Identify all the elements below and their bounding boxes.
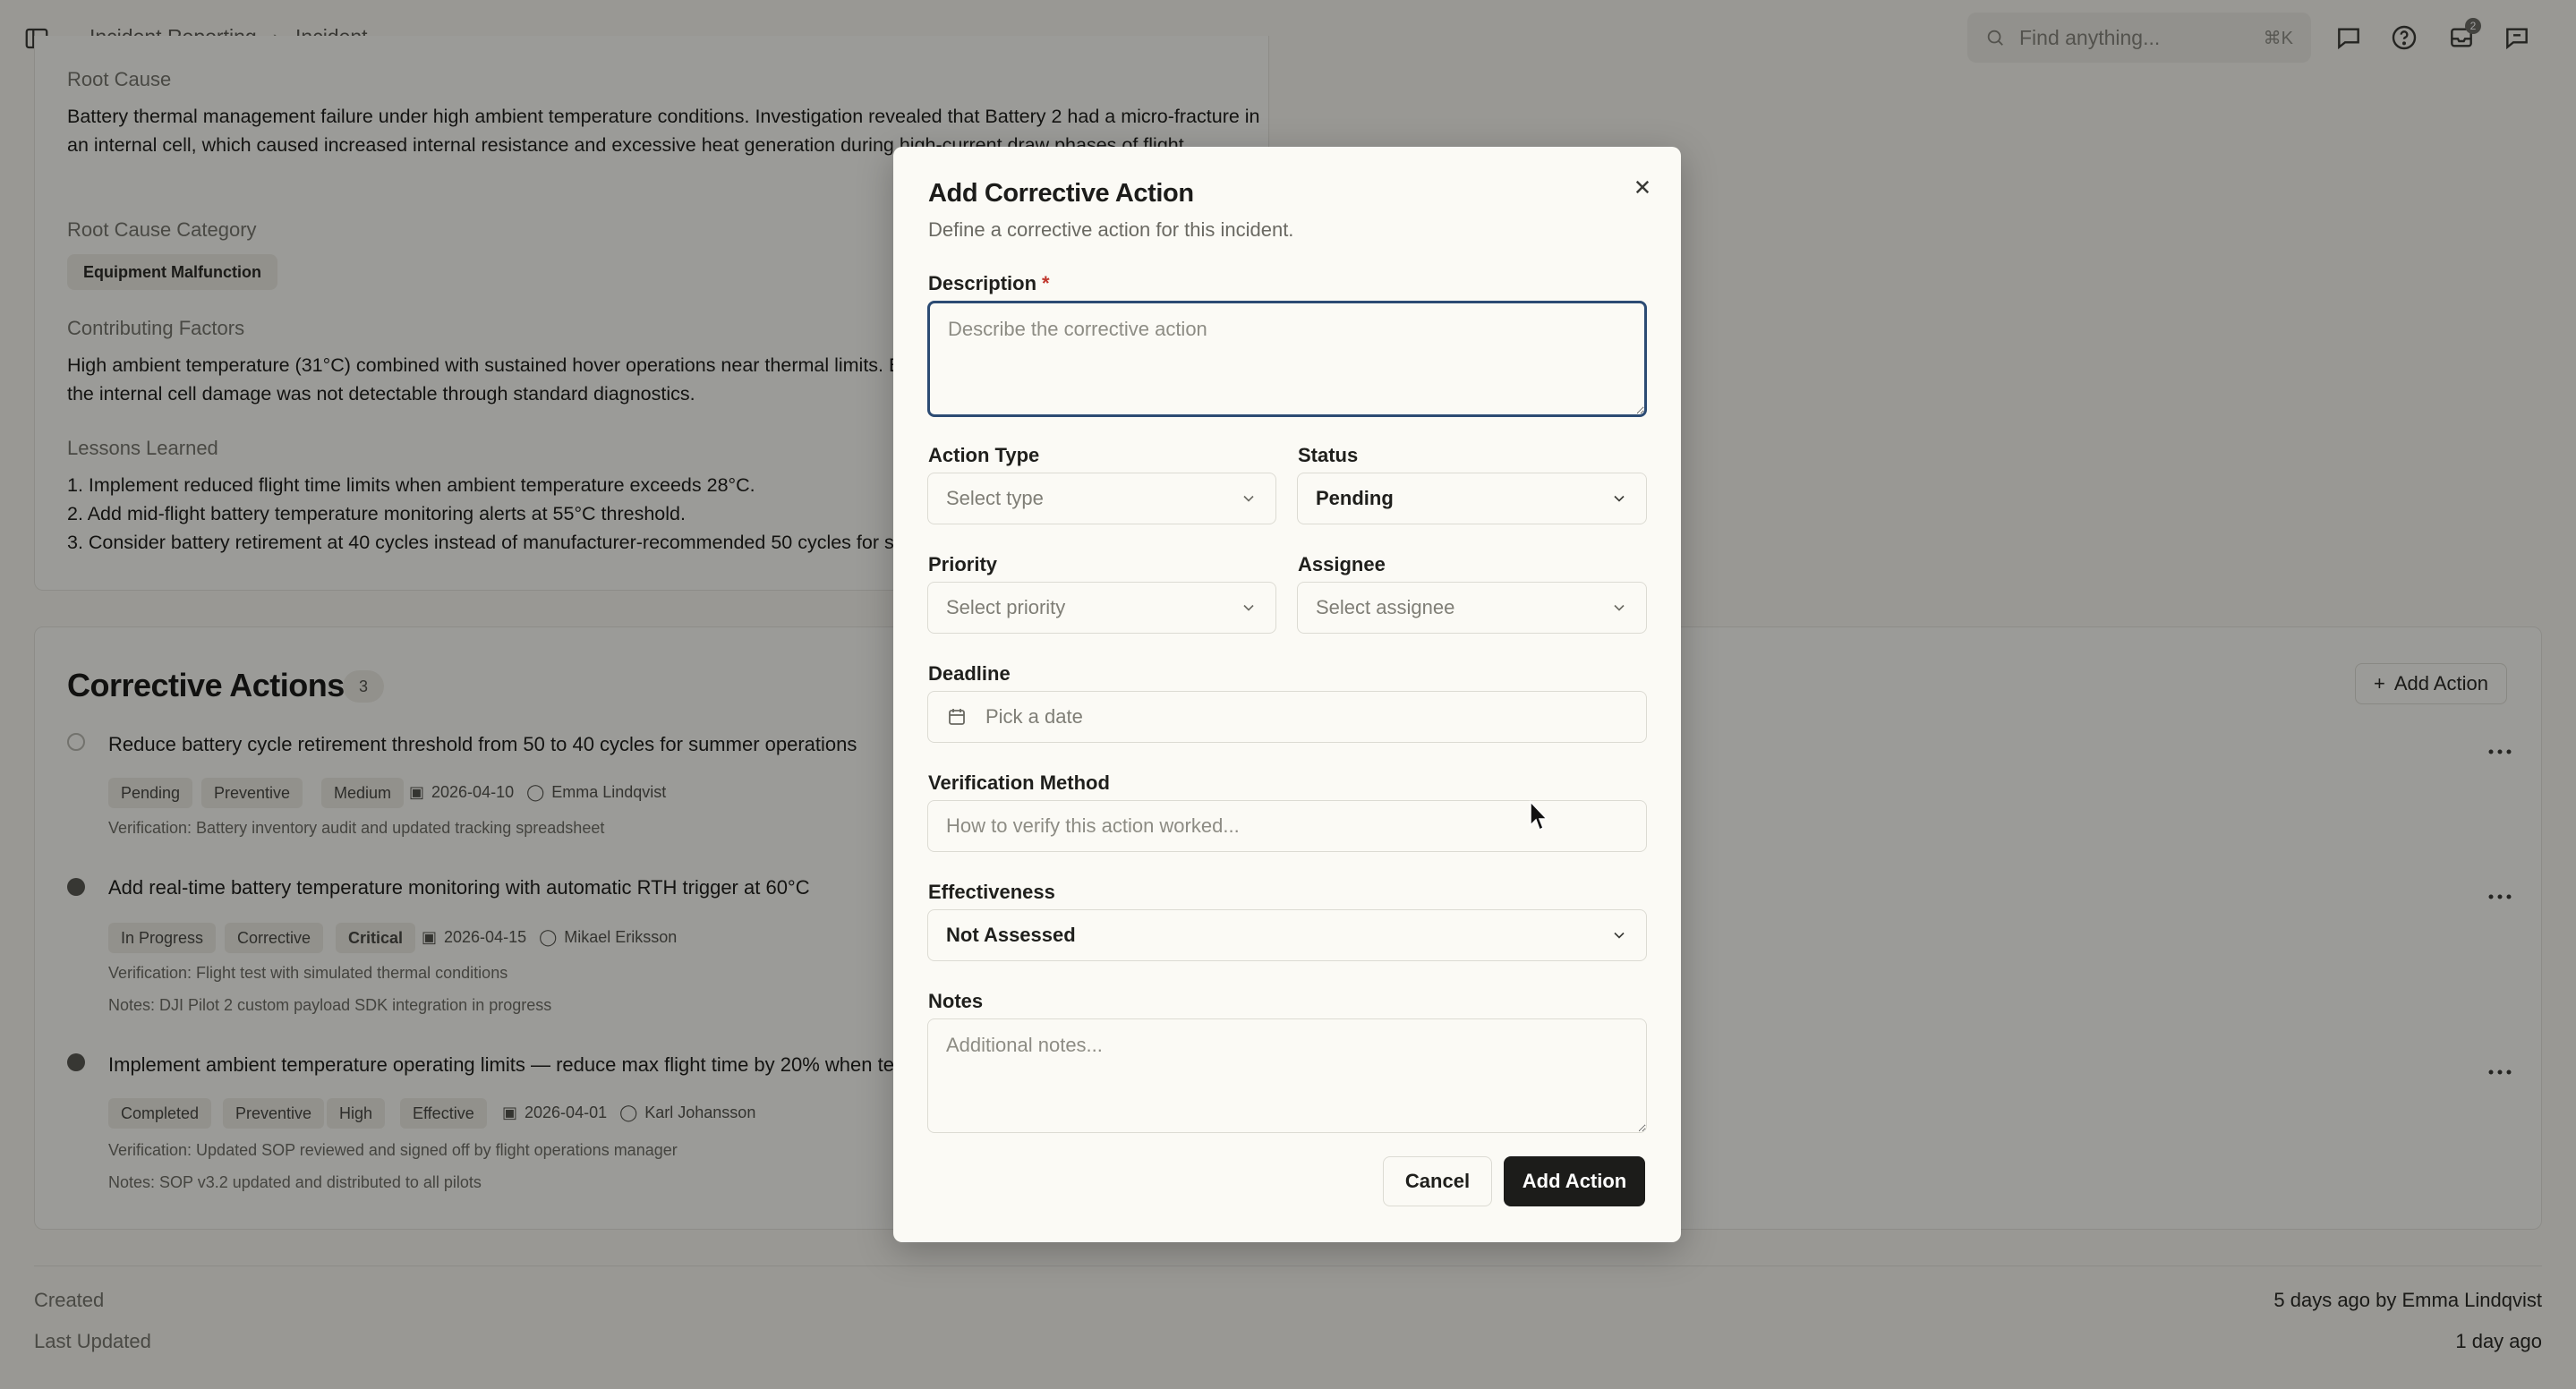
status-value: Pending xyxy=(1316,487,1394,509)
chevron-down-icon xyxy=(1614,495,1625,502)
notes-field[interactable] xyxy=(927,1018,1647,1133)
submit-add-action-button[interactable]: Add Action xyxy=(1504,1156,1645,1206)
action-type-select[interactable]: Select type xyxy=(927,473,1276,524)
deadline-date-picker[interactable]: Pick a date xyxy=(927,691,1647,743)
notes-label: Notes xyxy=(928,990,984,1012)
status-label: Status xyxy=(1298,444,1359,466)
assignee-label: Assignee xyxy=(1298,553,1386,575)
chevron-down-icon xyxy=(1243,495,1254,502)
description-field[interactable] xyxy=(927,301,1647,417)
chevron-down-icon xyxy=(1614,932,1625,939)
priority-select[interactable]: Select priority xyxy=(927,582,1276,634)
close-icon[interactable] xyxy=(1629,174,1656,200)
mouse-cursor-icon xyxy=(1530,800,1548,831)
add-corrective-action-dialog: Add Corrective Action Define a correctiv… xyxy=(893,147,1681,1242)
effectiveness-select[interactable]: Not Assessed xyxy=(927,909,1647,961)
action-type-label: Action Type xyxy=(928,444,1040,466)
chevron-down-icon xyxy=(1614,604,1625,611)
action-type-value: Select type xyxy=(946,487,1044,509)
chevron-down-icon xyxy=(1243,604,1254,611)
description-label: Description * xyxy=(928,272,1050,295)
dialog-title: Add Corrective Action xyxy=(928,179,1194,208)
effectiveness-value: Not Assessed xyxy=(946,924,1076,946)
verification-method-label: Verification Method xyxy=(928,771,1110,794)
status-select[interactable]: Pending xyxy=(1297,473,1647,524)
assignee-select[interactable]: Select assignee xyxy=(1297,582,1647,634)
cancel-button[interactable]: Cancel xyxy=(1383,1156,1492,1206)
calendar-icon xyxy=(949,709,965,725)
priority-label: Priority xyxy=(928,553,998,575)
deadline-placeholder: Pick a date xyxy=(985,705,1083,728)
assignee-value: Select assignee xyxy=(1316,596,1455,618)
deadline-label: Deadline xyxy=(928,662,1011,685)
description-label-text: Description xyxy=(928,272,1037,294)
effectiveness-label: Effectiveness xyxy=(928,881,1055,903)
dialog-subtitle: Define a corrective action for this inci… xyxy=(928,218,1294,241)
priority-value: Select priority xyxy=(946,596,1066,618)
required-marker: * xyxy=(1042,272,1050,294)
